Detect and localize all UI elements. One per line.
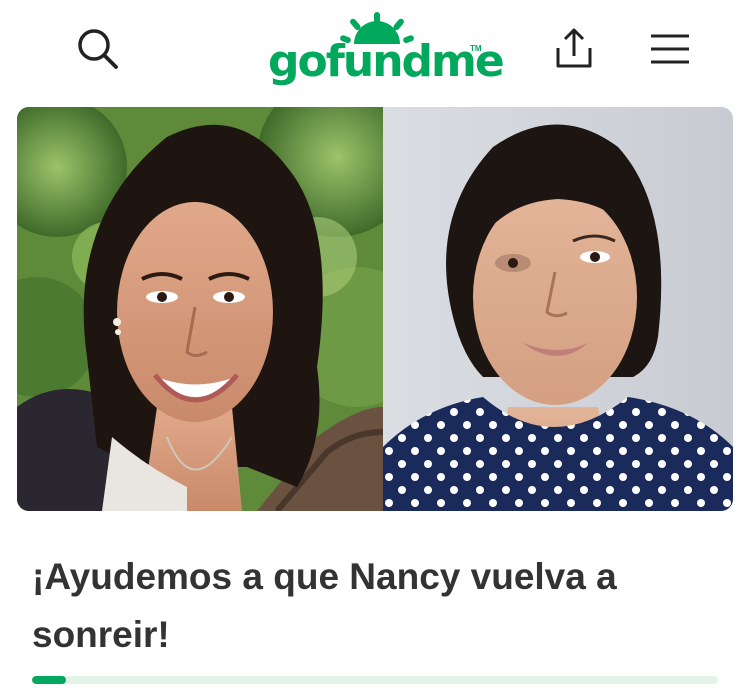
share-icon bbox=[556, 28, 592, 68]
search-button[interactable] bbox=[72, 26, 124, 72]
after-photo bbox=[383, 107, 733, 511]
gofundme-logo[interactable]: gofundme TM bbox=[262, 10, 505, 94]
donation-progress-fill bbox=[32, 676, 67, 684]
logo-trademark: TM bbox=[470, 44, 482, 53]
campaign-title[interactable]: ¡Ayudemos a que Nancy vuelva a sonreir! bbox=[32, 548, 722, 664]
top-navigation: gofundme TM bbox=[0, 0, 750, 100]
before-photo bbox=[17, 107, 383, 511]
share-button[interactable] bbox=[548, 24, 600, 74]
search-icon bbox=[78, 29, 118, 69]
menu-button[interactable] bbox=[644, 28, 696, 70]
hamburger-menu-icon bbox=[651, 34, 689, 64]
campaign-hero-image[interactable] bbox=[17, 107, 733, 511]
donation-progress-bar bbox=[32, 676, 718, 684]
logo-wordmark: gofundme bbox=[268, 36, 505, 87]
